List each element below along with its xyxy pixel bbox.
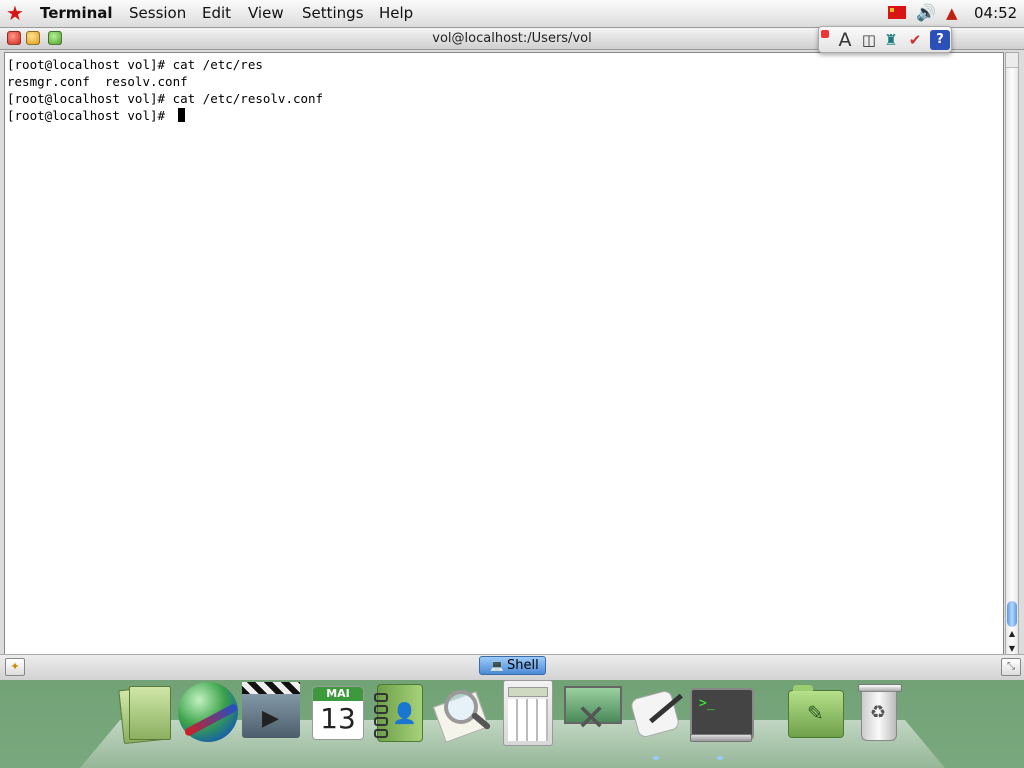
tab-bar: ✦ 💻 Shell ⤡ xyxy=(0,654,1024,680)
running-indicator xyxy=(717,756,723,760)
text-cursor xyxy=(177,108,185,122)
calendar-icon[interactable]: MAI 13 xyxy=(312,686,364,740)
check-icon[interactable]: ✔ xyxy=(905,30,925,50)
terminal-app-prompt: >_ xyxy=(699,696,715,711)
layout-icon[interactable]: ◫ xyxy=(859,30,879,50)
trash-icon[interactable]: ♻ xyxy=(858,684,902,741)
menu-edit[interactable]: Edit xyxy=(202,5,231,22)
alert-icon[interactable]: ▲ xyxy=(946,4,958,24)
toolbar-close-icon[interactable] xyxy=(821,30,829,38)
terminal-line: [root@localhost vol]# cat /etc/res xyxy=(7,57,263,72)
terminal-prompt: [root@localhost vol]# xyxy=(7,108,173,123)
text-editor-icon[interactable] xyxy=(629,686,684,740)
terminal-line: resmgr.conf resolv.conf xyxy=(7,74,188,89)
running-indicator xyxy=(653,756,659,760)
web-browser-icon[interactable] xyxy=(178,682,238,742)
home-folder-icon[interactable]: ✎ xyxy=(788,685,844,738)
brush-icon[interactable]: ♜ xyxy=(881,30,901,50)
vertical-scrollbar[interactable]: ▲ ▼ xyxy=(1005,52,1019,662)
new-session-icon[interactable]: ✦ xyxy=(5,658,25,676)
scroll-thumb[interactable] xyxy=(1007,601,1017,627)
monitor-icon: 💻 xyxy=(490,659,504,672)
terminal-prompt-line: [root@localhost vol]# xyxy=(7,107,323,124)
input-method-toolbar: A ◫ ♜ ✔ ? xyxy=(818,26,952,53)
menu-help[interactable]: Help xyxy=(379,5,413,22)
menu-session[interactable]: Session xyxy=(129,5,186,22)
scrollbar-top-cap xyxy=(1006,53,1018,68)
resize-grip-icon[interactable]: ⤡ xyxy=(1001,658,1021,676)
calendar-day: 13 xyxy=(320,702,356,735)
menu-settings[interactable]: Settings xyxy=(302,5,364,22)
calculator-icon[interactable] xyxy=(503,680,553,746)
star-menu-icon[interactable]: ★ xyxy=(6,2,24,24)
menu-view[interactable]: View xyxy=(248,5,284,22)
address-book-icon[interactable]: 👤 xyxy=(374,684,423,742)
help-icon[interactable]: ? xyxy=(930,30,950,50)
scroll-up-arrow-icon[interactable]: ▲ xyxy=(1006,627,1018,640)
terminal-window: vol@localhost:/Users/vol [root@localhost… xyxy=(0,28,1024,680)
terminal-app-icon[interactable]: >_ xyxy=(690,688,754,742)
volume-icon[interactable]: 🔊 xyxy=(916,4,936,24)
tab-label: Shell xyxy=(507,658,539,673)
app-name-menu[interactable]: Terminal xyxy=(40,5,113,22)
menu-bar: ★ Terminal Session Edit View Settings He… xyxy=(0,0,1024,28)
documents-icon[interactable] xyxy=(117,684,175,745)
video-player-icon[interactable]: ▶ xyxy=(242,682,300,738)
clock[interactable]: 04:52 xyxy=(974,5,1017,22)
search-icon[interactable] xyxy=(432,688,494,743)
terminal-output[interactable]: [root@localhost vol]# cat /etc/res resmg… xyxy=(4,52,1004,662)
system-settings-icon[interactable]: ✕ xyxy=(562,684,622,742)
dock: ▶ MAI 13 👤 ✕ >_ ✎ ♻ xyxy=(0,680,1024,768)
terminal-line: [root@localhost vol]# cat /etc/resolv.co… xyxy=(7,91,324,106)
font-icon[interactable]: A xyxy=(835,30,855,50)
calendar-month: MAI xyxy=(313,687,363,701)
flag-icon[interactable] xyxy=(888,6,906,19)
tab-shell[interactable]: 💻 Shell xyxy=(479,656,546,675)
